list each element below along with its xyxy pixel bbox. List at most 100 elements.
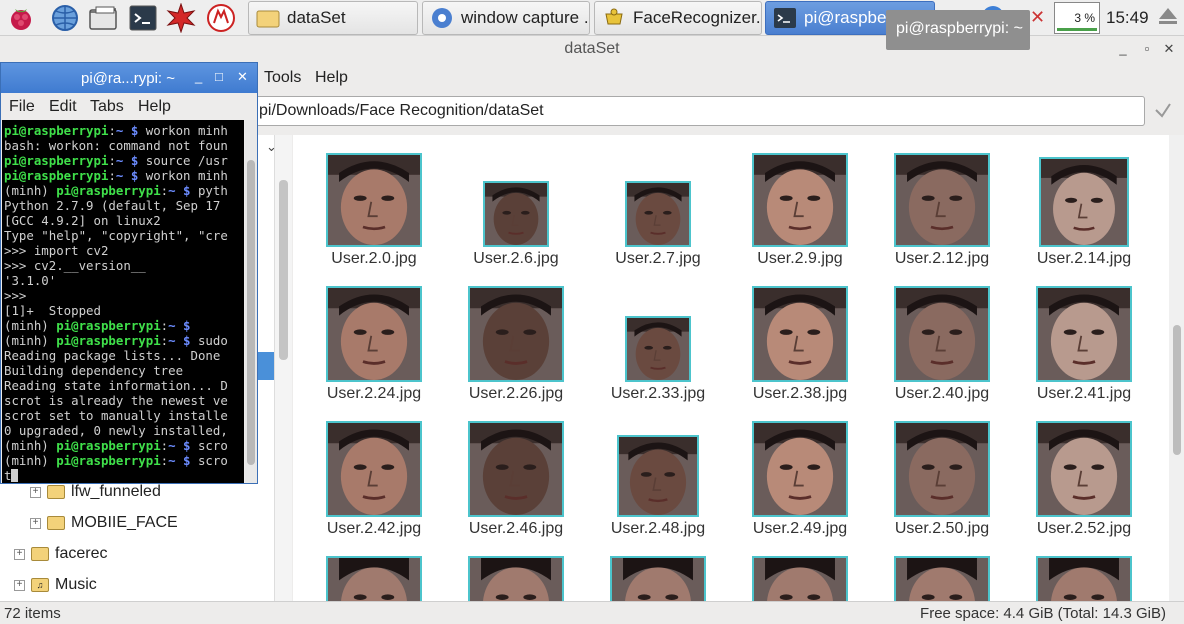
terminal-icon (772, 6, 798, 30)
file-item[interactable]: User.2.7.jpg (587, 151, 729, 276)
file-manager-icon[interactable] (88, 3, 118, 33)
desktop: dataSet window capture ... FaceRecognize… (0, 0, 1184, 624)
file-item[interactable]: User.2.0.jpg (303, 151, 445, 276)
file-name: User.2.0.jpg (331, 250, 417, 267)
menu-help[interactable]: Help (138, 98, 171, 116)
menu-tabs[interactable]: Tabs (90, 98, 124, 116)
tree-item-mobiie-face[interactable]: + MOBIIE_FACE (30, 509, 178, 537)
terminal-cursor (11, 469, 19, 482)
terminal-line: bash: workon: command not foun (4, 138, 228, 153)
content-scrollbar[interactable] (1169, 135, 1184, 601)
face-thumbnail[interactable] (894, 556, 990, 601)
face-thumbnail (1036, 286, 1132, 382)
menu-help[interactable]: Help (315, 69, 348, 87)
task-label: window capture ... (461, 8, 590, 27)
face-thumbnail (752, 153, 848, 247)
file-name: User.2.24.jpg (326, 385, 422, 402)
terminal-line: >>> import cv2 (4, 243, 109, 258)
file-item[interactable]: User.2.46.jpg (445, 421, 587, 546)
face-thumbnail (326, 286, 422, 382)
item-count: 72 items (4, 605, 61, 622)
close-button[interactable]: ✕ (237, 69, 248, 85)
task-label: pi@raspberr (804, 8, 898, 27)
expand-icon[interactable]: + (30, 486, 41, 498)
face-thumbnail[interactable] (610, 556, 706, 601)
task-button-facerecognizer[interactable]: FaceRecognizer... (594, 1, 762, 35)
file-name: User.2.42.jpg (326, 520, 422, 537)
scrollbar-thumb[interactable] (247, 160, 255, 465)
menu-edit[interactable]: Edit (49, 98, 77, 116)
volume-muted-icon[interactable]: ✕ (1030, 7, 1045, 28)
terminal-menubar: File Edit Tabs Help (1, 94, 257, 120)
folder-icon (47, 485, 65, 499)
task-label: dataSet (287, 8, 346, 27)
face-thumbnail (625, 316, 691, 382)
maximize-button[interactable]: □ (215, 69, 223, 84)
menu-file[interactable]: File (9, 98, 35, 116)
face-thumbnail (894, 421, 990, 517)
face-thumbnail (326, 421, 422, 517)
face-thumbnail (1036, 421, 1132, 517)
expand-icon[interactable]: + (14, 548, 25, 560)
file-item[interactable]: User.2.6.jpg (445, 151, 587, 276)
task-label: FaceRecognizer... (633, 8, 762, 27)
file-item[interactable]: User.2.41.jpg (1013, 286, 1155, 411)
chromium-icon (429, 6, 455, 30)
web-browser-icon[interactable] (50, 3, 80, 33)
minimize-button[interactable]: _ (1114, 41, 1132, 59)
menu-tools[interactable]: Tools (264, 69, 301, 87)
terminal-title: pi@ra...rypi: ~ (81, 70, 176, 87)
chevron-down-icon[interactable]: ⌄ (266, 139, 277, 155)
scrollbar-thumb[interactable] (1173, 325, 1181, 455)
mathematica-icon[interactable] (166, 3, 196, 33)
file-name: User.2.38.jpg (752, 385, 848, 402)
go-icon[interactable] (1152, 100, 1174, 122)
terminal-icon[interactable] (128, 3, 158, 33)
expand-icon[interactable]: + (14, 579, 25, 591)
file-item[interactable]: User.2.12.jpg (871, 151, 1013, 276)
file-item[interactable]: User.2.24.jpg (303, 286, 445, 411)
terminal-output[interactable]: pi@raspberrypi:~ $ workon minh bash: work… (2, 120, 244, 483)
tree-item-label: Music (55, 576, 97, 593)
sidebar-scrollbar[interactable] (274, 135, 292, 601)
file-item[interactable]: User.2.26.jpg (445, 286, 587, 411)
raspberry-menu-icon[interactable] (6, 3, 36, 33)
file-name: User.2.48.jpg (610, 520, 706, 537)
folder-icon (31, 547, 49, 561)
eject-icon[interactable] (1157, 5, 1179, 27)
terminal-titlebar[interactable]: pi@ra...rypi: ~ _ □ ✕ (1, 63, 257, 93)
terminal-line: [GCC 4.9.2] on linux2 (4, 213, 161, 228)
file-item[interactable]: User.2.48.jpg (587, 421, 729, 546)
terminal-line: '3.1.0' (4, 273, 57, 288)
clock[interactable]: 15:49 (1106, 8, 1149, 28)
file-name: User.2.6.jpg (473, 250, 559, 267)
path-bar[interactable]: pi/Downloads/Face Recognition/dataSet (240, 96, 1145, 126)
file-item[interactable]: User.2.52.jpg (1013, 421, 1155, 546)
maximize-button[interactable]: ▫ (1138, 41, 1156, 59)
face-thumbnail[interactable] (752, 556, 848, 601)
close-button[interactable]: ✕ (1160, 41, 1178, 59)
terminal-line: (minh) pi@raspberrypi:~ $ scro (4, 438, 228, 453)
expand-icon[interactable]: + (30, 517, 41, 529)
minimize-button[interactable]: _ (195, 69, 202, 84)
file-item[interactable]: User.2.14.jpg (1013, 151, 1155, 276)
face-thumbnail[interactable] (1036, 556, 1132, 601)
file-item[interactable]: User.2.40.jpg (871, 286, 1013, 411)
file-item[interactable]: User.2.9.jpg (729, 151, 871, 276)
tree-item-music[interactable]: + ♫ Music (14, 571, 97, 599)
face-thumbnail[interactable] (468, 556, 564, 601)
file-item[interactable]: User.2.33.jpg (587, 286, 729, 411)
task-button-chromium[interactable]: window capture ... (422, 1, 590, 35)
face-thumbnail (468, 286, 564, 382)
terminal-window[interactable]: pi@ra...rypi: ~ _ □ ✕ File Edit Tabs Hel… (0, 62, 258, 484)
task-button-dataset[interactable]: dataSet (248, 1, 418, 35)
file-item[interactable]: User.2.50.jpg (871, 421, 1013, 546)
face-thumbnail[interactable] (326, 556, 422, 601)
file-item[interactable]: User.2.42.jpg (303, 421, 445, 546)
file-item[interactable]: User.2.38.jpg (729, 286, 871, 411)
scrollbar-thumb[interactable] (279, 180, 288, 360)
tree-item-facerec[interactable]: + facerec (14, 540, 107, 568)
terminal-scrollbar[interactable] (245, 120, 257, 483)
file-item[interactable]: User.2.49.jpg (729, 421, 871, 546)
wolfram-icon[interactable] (206, 3, 236, 33)
